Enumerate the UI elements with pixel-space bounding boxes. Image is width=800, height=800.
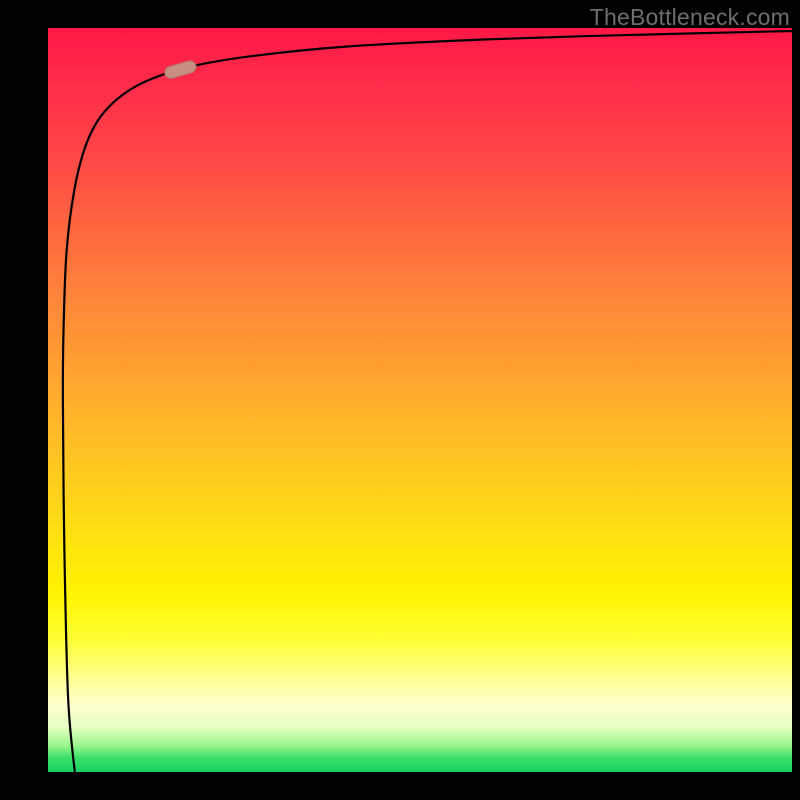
curve-line	[63, 31, 792, 772]
chart-curve-layer	[48, 28, 792, 772]
watermark-text: TheBottleneck.com	[590, 4, 790, 31]
curve-marker	[163, 59, 197, 79]
chart-stage: TheBottleneck.com	[0, 0, 800, 800]
